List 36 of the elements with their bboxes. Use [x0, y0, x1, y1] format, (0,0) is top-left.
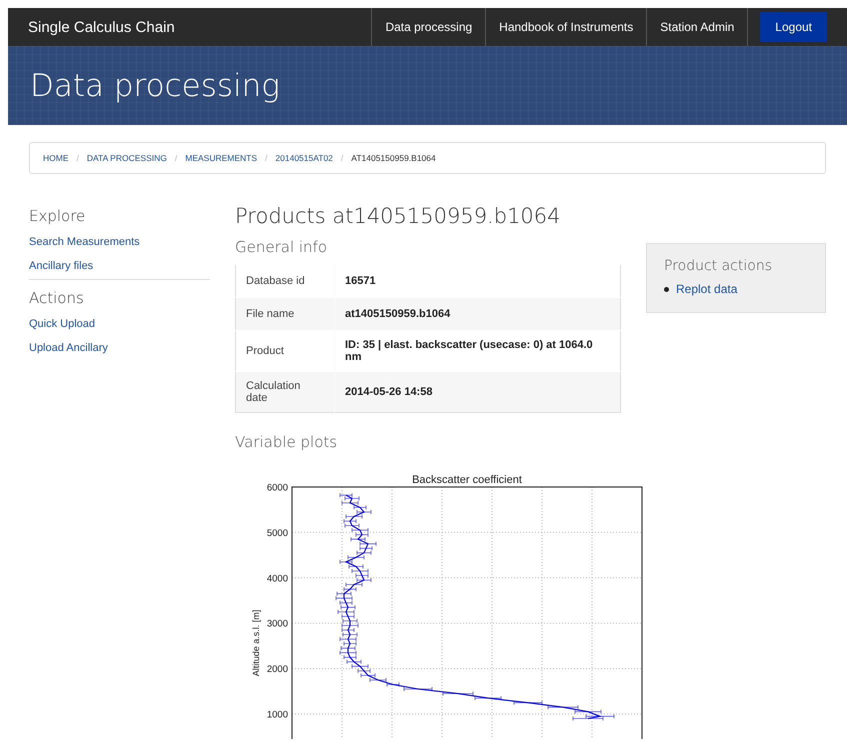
- sidebar-heading: Actions: [29, 288, 85, 309]
- action-link[interactable]: Replot data: [676, 282, 738, 296]
- table-cell: Calculation date: [236, 372, 334, 412]
- tick-label: 6000: [266, 482, 288, 494]
- breadcrumb-link[interactable]: HOME: [43, 153, 68, 163]
- breadcrumb-link[interactable]: 20140515AT02: [275, 153, 333, 163]
- sidebar-heading: Explore: [29, 206, 86, 227]
- brand-name[interactable]: Single Calculus Chain: [8, 18, 372, 36]
- breadcrumb-link[interactable]: DATA PROCESSING: [86, 153, 167, 163]
- breadcrumb-separator: /: [340, 153, 344, 163]
- page-title: Products at1405150959.b1064: [235, 204, 562, 228]
- sidebar-link[interactable]: Search Measurements: [29, 231, 210, 255]
- panel-title: Product actions: [664, 258, 773, 274]
- table-cell: at1405150959.b1064: [334, 298, 620, 330]
- table-cell: File name: [236, 298, 334, 330]
- axis-label: Altitude a.s.l. [m]: [251, 610, 261, 676]
- sidebar-link[interactable]: Upload Ancillary: [29, 337, 210, 361]
- tick-label: 3000: [266, 618, 288, 630]
- tick-label: 2000: [266, 664, 288, 676]
- table-cell: 2014-05-26 14:58: [334, 372, 620, 412]
- tick-label: 5000: [266, 528, 288, 539]
- breadcrumb-link[interactable]: AT1405150959.B1064: [351, 153, 436, 163]
- tick-label: 1000: [266, 710, 288, 720]
- breadcrumb-separator: /: [265, 153, 268, 163]
- section-heading: Variable plots: [235, 433, 338, 451]
- breadcrumb-separator: /: [174, 153, 178, 163]
- sidebar-link[interactable]: Quick Upload: [29, 313, 210, 337]
- section-heading: General info: [235, 238, 328, 256]
- breadcrumb-separator: /: [76, 153, 79, 163]
- logout-button[interactable]: Logout: [760, 12, 827, 42]
- plot-title: Backscatter coefficient: [412, 474, 522, 486]
- tick-label: 4000: [266, 573, 288, 584]
- banner-title: Data processing: [29, 68, 280, 104]
- sidebar-link[interactable]: Ancillary files: [29, 255, 210, 279]
- bullet-icon: [664, 286, 669, 292]
- breadcrumb-link[interactable]: MEASUREMENTS: [185, 153, 258, 163]
